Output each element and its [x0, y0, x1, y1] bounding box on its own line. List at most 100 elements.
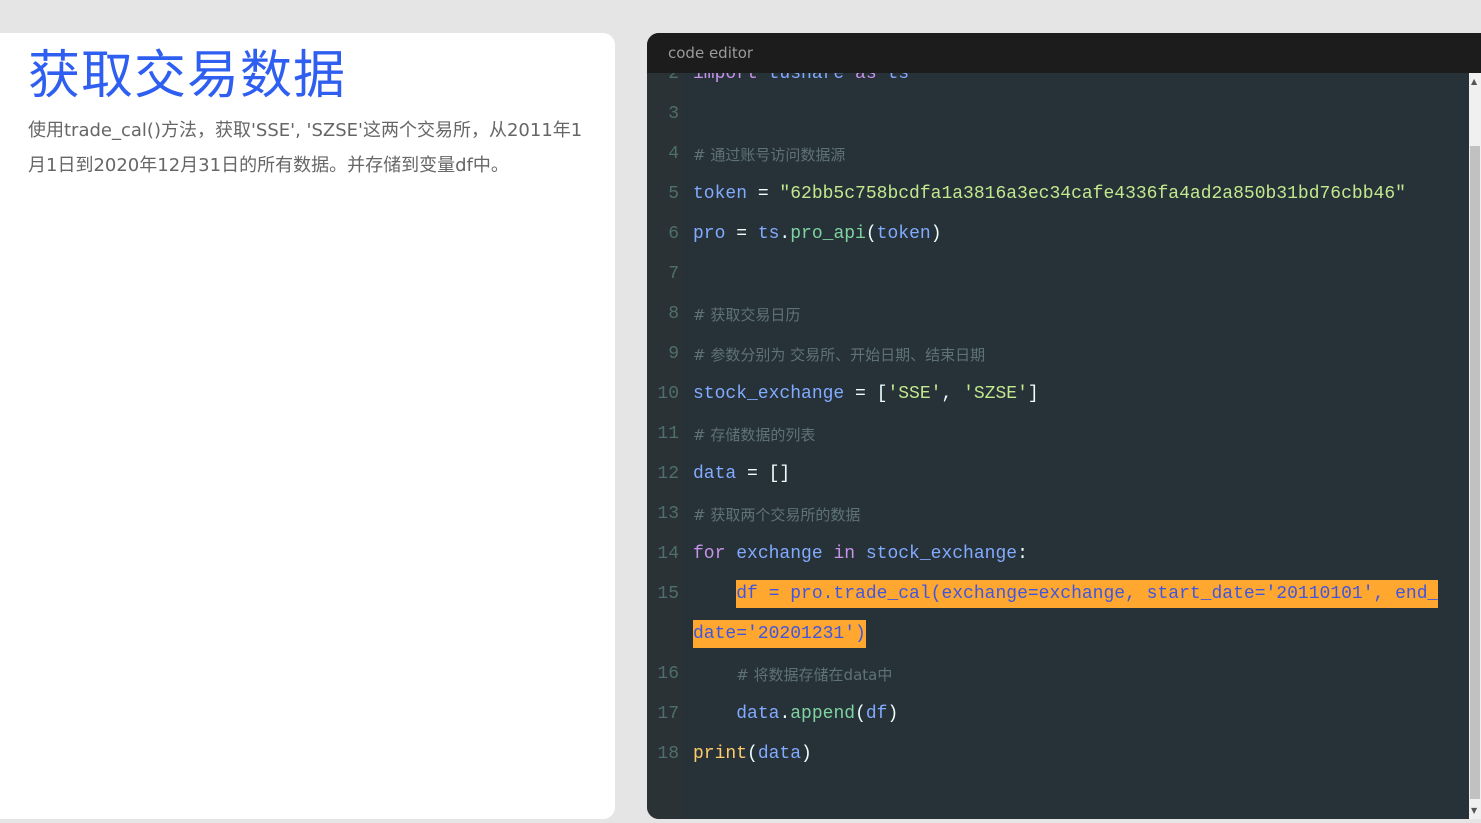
code-token: df = pro.trade_cal(exchange=exchange, st…: [736, 584, 1439, 604]
code-token: "62bb5c758bcdfa1a3816a3ec34cafe4336fa4ad…: [779, 184, 1406, 204]
code-text: print(data): [693, 744, 812, 764]
code-line[interactable]: 14 for exchange in stock_exchange:: [647, 535, 1469, 575]
code-area[interactable]: 2 import tushare as ts 3 4 # 通过账号访问数据源 5 token…: [647, 73, 1469, 819]
code-token: token: [693, 184, 748, 204]
code-token: # 参数分别为 交易所、开始日期、结束日期: [693, 346, 986, 364]
code-token: # 通过账号访问数据源: [693, 146, 846, 164]
scrollbar-thumb[interactable]: [1470, 146, 1480, 799]
code-tokens: # 将数据存储在data中: [736, 666, 892, 686]
code-token: # 获取两个交易所的数据: [693, 506, 861, 524]
code-token: as: [855, 73, 888, 84]
code-line[interactable]: 6 pro = ts.pro_api(token): [647, 215, 1469, 255]
code-token: append: [790, 704, 856, 724]
code-line[interactable]: 18 print(data): [647, 735, 1469, 775]
code-token: (: [865, 224, 877, 244]
code-editor[interactable]: code editor 2 import tushare as ts 3 4 # 通过账…: [647, 33, 1481, 819]
code-line[interactable]: 9 # 参数分别为 交易所、开始日期、结束日期: [647, 335, 1469, 375]
code-line[interactable]: 16 # 将数据存储在data中: [647, 655, 1469, 695]
code-token: :: [1017, 544, 1028, 564]
highlighted-code: date='20201231'): [693, 620, 866, 648]
code-token: = []: [736, 464, 791, 484]
code-line[interactable]: 5 token = "62bb5c758bcdfa1a3816a3ec34cafe…: [647, 175, 1469, 215]
code-line[interactable]: 4 # 通过账号访问数据源: [647, 135, 1469, 175]
code-line[interactable]: 10 stock_exchange = ['SSE', 'SZSE']: [647, 375, 1469, 415]
code-tokens: # 获取两个交易所的数据: [693, 506, 860, 526]
code-token: data: [736, 704, 780, 724]
code-token: stock_exchange: [693, 384, 845, 404]
line-number: 11: [657, 424, 679, 444]
code-text: data = []: [693, 464, 790, 484]
code-text: # 存储数据的列表: [693, 424, 815, 446]
lesson-panel: 获取交易数据 使用trade_cal()方法，获取'SSE', 'SZSE'这两…: [0, 33, 615, 819]
code-text: # 将数据存储在data中: [693, 664, 892, 686]
code-line[interactable]: 11 # 存储数据的列表: [647, 415, 1469, 455]
code-tokens: pro = ts.pro_api(token): [693, 224, 942, 244]
line-number: 8: [668, 304, 679, 324]
code-token: data: [757, 744, 802, 764]
code-token: for: [693, 544, 737, 564]
code-text: # 获取两个交易所的数据: [693, 504, 860, 526]
code-line[interactable]: 7: [647, 255, 1469, 295]
code-token: ts: [887, 73, 910, 84]
line-number: 9: [668, 344, 679, 364]
line-number: 14: [657, 544, 679, 564]
code-tokens: # 参数分别为 交易所、开始日期、结束日期: [693, 346, 985, 366]
code-token: =: [725, 224, 758, 244]
line-number: 18: [657, 744, 679, 764]
code-text: stock_exchange = ['SSE', 'SZSE']: [693, 384, 1039, 404]
code-text: for exchange in stock_exchange:: [693, 544, 1028, 564]
code-token: .: [779, 224, 791, 244]
code-token: df: [865, 704, 888, 724]
code-line[interactable]: 13 # 获取两个交易所的数据: [647, 495, 1469, 535]
vertical-scrollbar[interactable]: ▲ ▼: [1469, 73, 1481, 819]
code-token: (: [855, 704, 866, 724]
code-token: import: [693, 73, 769, 84]
code-token: ]: [1027, 384, 1039, 404]
code-token: =: [747, 184, 780, 204]
code-text: data.append(df): [693, 704, 898, 724]
code-token: tushare: [768, 73, 856, 84]
scroll-down-arrow-icon[interactable]: ▼: [1471, 806, 1477, 815]
line-number: 3: [668, 104, 679, 124]
highlighted-code: df = pro.trade_cal(exchange=exchange, st…: [736, 580, 1439, 608]
code-tokens: print(data): [693, 744, 812, 764]
code-tokens: import tushare as ts: [693, 73, 909, 84]
line-number: 4: [668, 144, 679, 164]
line-number: 6: [668, 224, 679, 244]
code-text: df = pro.trade_cal(exchange=exchange, st…: [693, 580, 1439, 608]
code-token: = [: [844, 384, 888, 404]
code-text: date='20201231'): [693, 620, 866, 648]
lesson-description: 使用trade_cal()方法，获取'SSE', 'SZSE'这两个交易所，从2…: [28, 120, 583, 176]
line-number: 2: [668, 73, 679, 84]
editor-title: code editor: [668, 44, 754, 62]
code-token: (: [747, 744, 758, 764]
code-token: exchange: [736, 544, 834, 564]
code-tokens: for exchange in stock_exchange:: [693, 544, 1028, 564]
code-token: .: [779, 704, 791, 724]
code-text: pro = ts.pro_api(token): [693, 224, 942, 244]
code-text: # 获取交易日历: [693, 304, 800, 326]
code-token: token: [876, 224, 931, 244]
code-tokens: # 通过账号访问数据源: [693, 146, 845, 166]
code-line[interactable]: 8 # 获取交易日历: [647, 295, 1469, 335]
code-token: stock_exchange: [865, 544, 1018, 564]
line-number: 15: [657, 584, 679, 604]
code-line[interactable]: 12 data = []: [647, 455, 1469, 495]
line-number: 16: [657, 664, 679, 684]
code-line[interactable]: 15 df = pro.trade_cal(exchange=exchange,…: [647, 575, 1469, 615]
code-line[interactable]: 2 import tushare as ts: [647, 73, 1469, 95]
code-tokens: data.append(df): [736, 704, 898, 724]
code-tokens: data = []: [693, 464, 790, 484]
code-text: import tushare as ts: [693, 73, 909, 84]
code-tokens: token = "62bb5c758bcdfa1a3816a3ec34cafe4…: [693, 184, 1406, 204]
code-line[interactable]: date='20201231'): [647, 615, 1469, 655]
code-token: print: [693, 744, 748, 764]
code-line[interactable]: 17 data.append(df): [647, 695, 1469, 735]
code-tokens: # 存储数据的列表: [693, 426, 815, 446]
code-token: pro_api: [790, 224, 866, 244]
code-token: ): [887, 704, 899, 724]
code-line[interactable]: 3: [647, 95, 1469, 135]
code-token: date='20201231'): [693, 624, 866, 644]
code-token: in: [833, 544, 866, 564]
scroll-up-arrow-icon[interactable]: ▲: [1471, 77, 1477, 86]
